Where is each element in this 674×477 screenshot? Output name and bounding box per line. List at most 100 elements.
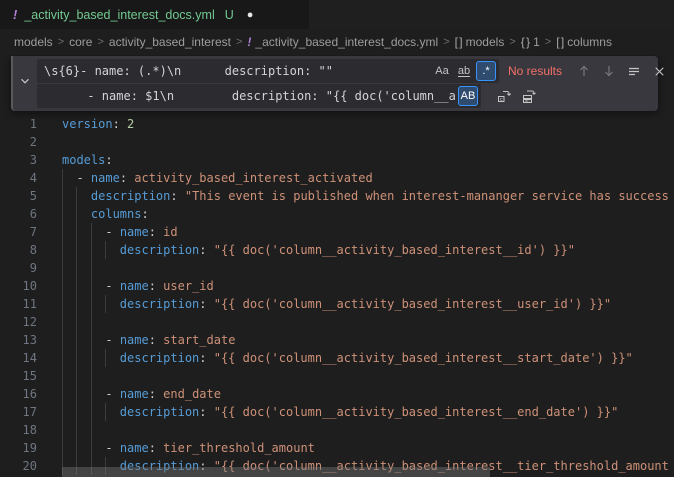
find-in-selection-button[interactable] xyxy=(623,60,645,82)
horizontal-scrollbar[interactable] xyxy=(62,467,490,477)
indent-guide xyxy=(76,421,77,439)
breadcrumb-item-1[interactable]: { }1 xyxy=(521,35,540,49)
toggle-replace-button[interactable] xyxy=(13,56,37,111)
replace-all-button[interactable]: ac xyxy=(518,85,540,107)
replace-value-text: - name: $1\n description: "{{ doc('colum… xyxy=(37,89,455,103)
indent-guide xyxy=(91,385,92,403)
editor-pane[interactable]: 1version: 223models:4 - name: activity_b… xyxy=(0,55,674,477)
editor-line: 15 xyxy=(0,367,674,385)
indent-guide xyxy=(62,205,63,223)
line-content: description: "{{ doc('column__activity_b… xyxy=(37,295,674,313)
indent-guide xyxy=(76,223,77,241)
line-content: description: "{{ doc('column__activity_b… xyxy=(37,349,674,367)
breadcrumb-item-activity-based-interest[interactable]: activity_based_interest xyxy=(109,35,231,49)
breadcrumb-item-core[interactable]: core xyxy=(69,35,92,49)
indent-guide xyxy=(91,223,92,241)
find-query-text: \s{6}- name: (.*)\n description: "" xyxy=(37,64,429,78)
line-number: 20 xyxy=(0,457,37,475)
line-content xyxy=(37,259,674,277)
line-number: 5 xyxy=(0,187,37,205)
indent-guide xyxy=(76,439,77,457)
indent-guide xyxy=(62,421,63,439)
line-number: 10 xyxy=(0,277,37,295)
indent-guide xyxy=(91,421,92,439)
breadcrumb-separator: > xyxy=(509,36,515,48)
line-content: - name: end_date xyxy=(37,385,674,403)
editor-line: 14 description: "{{ doc('column__activit… xyxy=(0,349,674,367)
whole-word-toggle[interactable]: ab xyxy=(454,61,474,81)
editor-line: 17 description: "{{ doc('column__activit… xyxy=(0,403,674,421)
indent-guide xyxy=(76,331,77,349)
line-number: 1 xyxy=(0,115,37,133)
line-content xyxy=(37,367,674,385)
editor-line: 6 columns: xyxy=(0,205,674,223)
indent-guide xyxy=(62,349,63,367)
svg-text:ac: ac xyxy=(525,98,531,104)
indent-guide xyxy=(62,241,63,259)
chevron-down-icon xyxy=(18,74,32,93)
find-replace-widget: \s{6}- name: (.*)\n description: "" Aaab… xyxy=(11,56,658,111)
close-button[interactable] xyxy=(648,60,670,82)
match-case-toggle[interactable]: Aa xyxy=(432,61,452,81)
breadcrumb-item--activity-based-interest-docs-yml[interactable]: !_activity_based_interest_docs.yml xyxy=(247,35,438,49)
breadcrumb-label: columns xyxy=(567,35,612,49)
previous-match-button[interactable] xyxy=(573,60,595,82)
line-number: 18 xyxy=(0,421,37,439)
editor-line: 4 - name: activity_based_interest_activa… xyxy=(0,169,674,187)
unsaved-changes-dot[interactable]: ● xyxy=(247,9,254,21)
editor-line: 12 xyxy=(0,313,674,331)
indent-guide xyxy=(91,403,92,421)
indent-guide xyxy=(62,223,63,241)
indent-guide xyxy=(76,313,77,331)
line-number: 14 xyxy=(0,349,37,367)
line-content xyxy=(37,133,674,151)
editor-line: 10 - name: user_id xyxy=(0,277,674,295)
line-number: 6 xyxy=(0,205,37,223)
indent-guide xyxy=(62,295,63,313)
svg-text:c: c xyxy=(500,97,503,103)
selection-lines-icon xyxy=(626,63,642,79)
editor-line: 18 xyxy=(0,421,674,439)
next-match-button[interactable] xyxy=(598,60,620,82)
editor-line: 9 xyxy=(0,259,674,277)
indent-guide xyxy=(76,205,77,223)
line-content: models: xyxy=(37,151,674,169)
indent-guide xyxy=(91,349,92,367)
git-status-badge: U xyxy=(225,8,234,22)
line-content: - name: user_id xyxy=(37,277,674,295)
line-content xyxy=(37,313,674,331)
replace-row: - name: $1\n description: "{{ doc('colum… xyxy=(37,84,670,108)
indent-guide xyxy=(76,277,77,295)
breadcrumb-label: activity_based_interest xyxy=(109,35,231,49)
indent-guide xyxy=(91,259,92,277)
breadcrumb-item-columns[interactable]: [ ]columns xyxy=(556,35,612,49)
breadcrumb-item-models[interactable]: [ ]models xyxy=(455,35,505,49)
breadcrumb-item-models[interactable]: models xyxy=(14,35,53,49)
replace-button[interactable]: c xyxy=(493,85,515,107)
indent-guide xyxy=(62,403,63,421)
tab-filename: _activity_based_interest_docs.yml xyxy=(24,8,214,22)
indent-guide xyxy=(76,349,77,367)
indent-guide xyxy=(91,277,92,295)
editor-line: 1version: 2 xyxy=(0,115,674,133)
replace-input[interactable]: - name: $1\n description: "{{ doc('colum… xyxy=(37,84,481,108)
regex-toggle[interactable]: .* xyxy=(476,61,496,81)
editor-line: 3models: xyxy=(0,151,674,169)
find-row: \s{6}- name: (.*)\n description: "" Aaab… xyxy=(37,59,670,83)
indent-guide xyxy=(91,295,92,313)
indent-guide xyxy=(62,331,63,349)
editor-line: 7 - name: id xyxy=(0,223,674,241)
editor-tab[interactable]: ! _activity_based_interest_docs.yml U ● xyxy=(0,0,309,29)
breadcrumb-separator: > xyxy=(443,36,449,48)
line-number: 19 xyxy=(0,439,37,457)
arrow-up-icon xyxy=(576,63,592,79)
find-input[interactable]: \s{6}- name: (.*)\n description: "" Aaab… xyxy=(37,59,499,83)
preserve-case-toggle[interactable]: AB xyxy=(458,86,478,106)
yaml-file-icon: ! xyxy=(13,7,17,22)
close-icon xyxy=(652,64,667,79)
breadcrumb-separator: > xyxy=(236,36,242,48)
breadcrumb-label: 1 xyxy=(533,35,540,49)
line-number: 7 xyxy=(0,223,37,241)
line-number: 12 xyxy=(0,313,37,331)
indent-guide xyxy=(62,169,63,187)
